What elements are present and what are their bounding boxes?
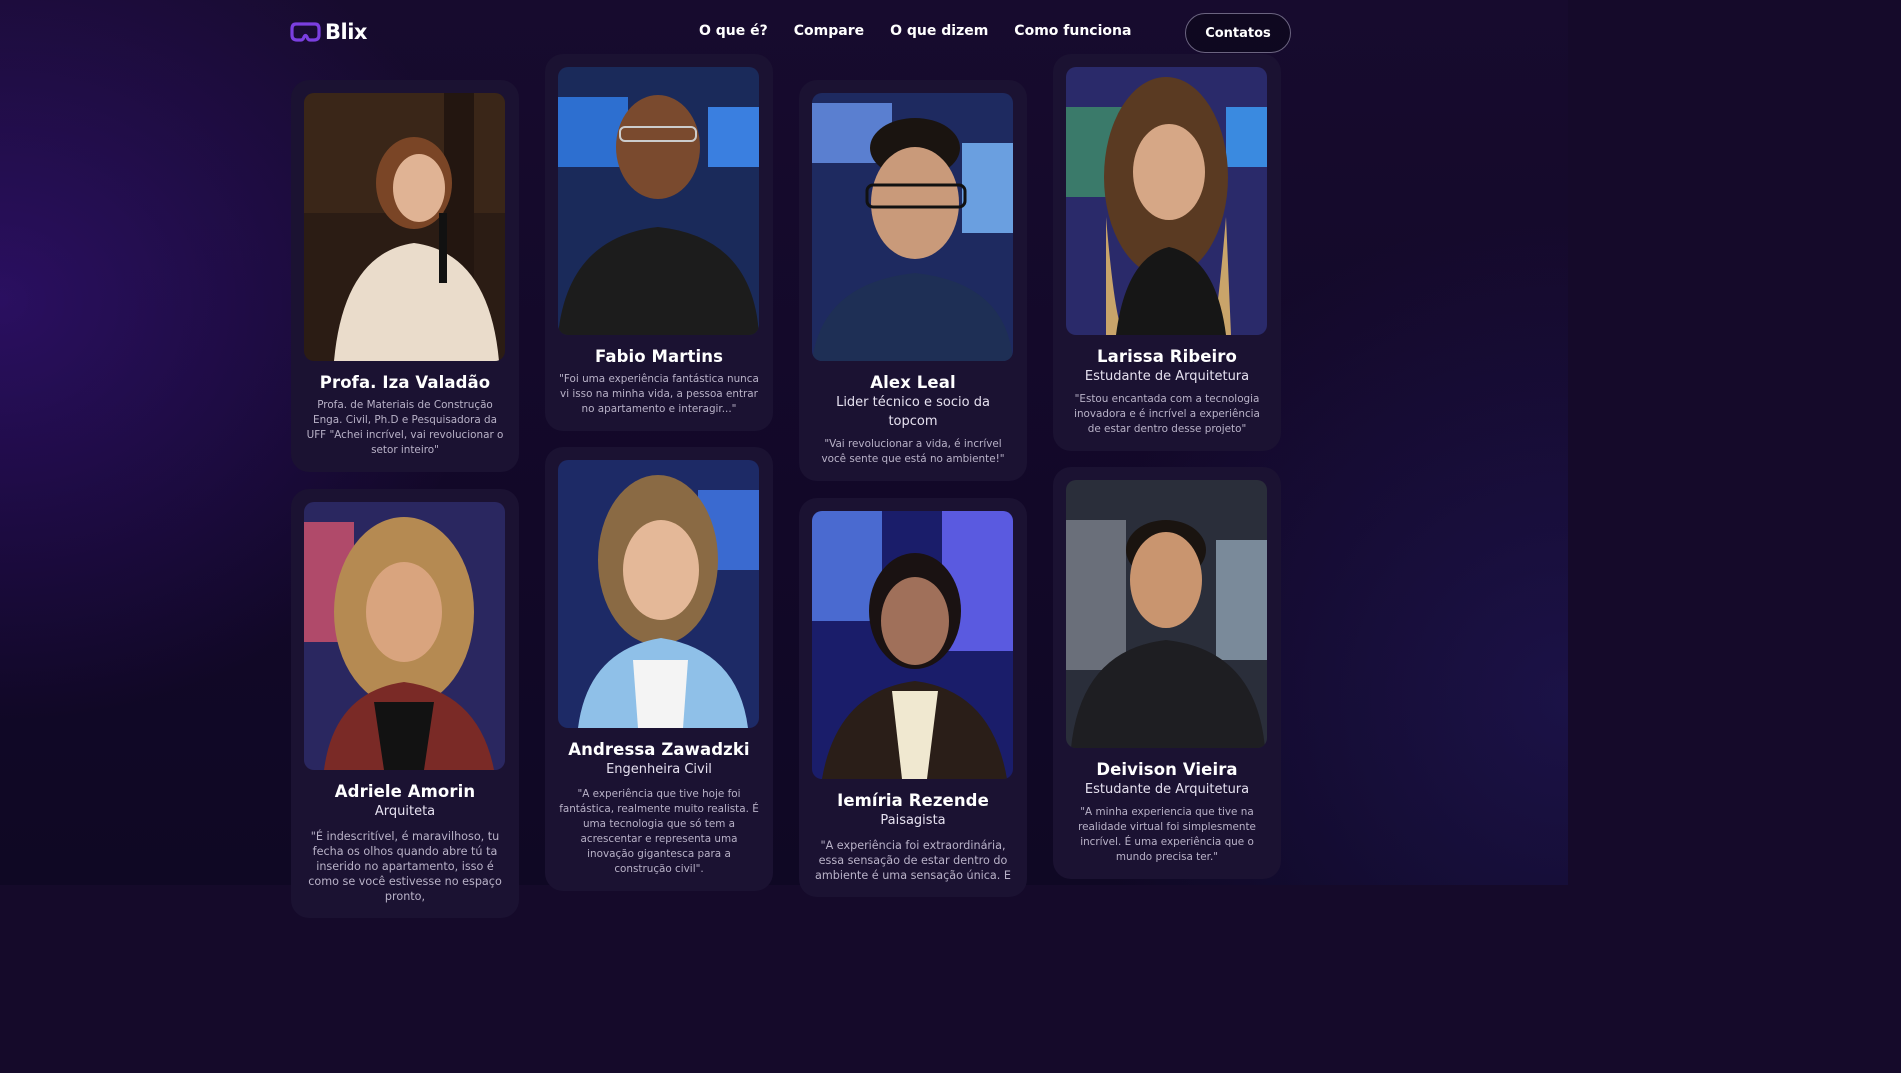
testimonial-quote: "Estou encantada com a tecnologia inovad… [1074,393,1260,435]
testimonial-photo [1066,480,1267,748]
testimonial-card: Andressa Zawadzki Engenheira Civil "A ex… [545,447,773,891]
testimonial-photo [812,511,1013,779]
testimonial-name: Alex Leal [870,373,956,392]
testimonial-card: Deivison Vieira Estudante de Arquitetura… [1053,467,1281,879]
testimonial-role: Paisagista [880,813,946,828]
testimonial-role: Lider técnico e socio da topcom [836,395,990,429]
testimonial-card: Alex Leal Lider técnico e socio da topco… [799,80,1027,481]
brand-name: Blix [325,20,367,44]
testimonial-card: Larissa Ribeiro Estudante de Arquitetura… [1053,54,1281,451]
vr-headset-icon [290,22,321,42]
testimonial-role: Estudante de Arquitetura [1084,369,1250,384]
brand-logo[interactable]: Blix [290,20,367,44]
nav-link-como-funciona[interactable]: Como funciona [1014,23,1131,39]
testimonial-role: Estudante de Arquitetura [1084,782,1250,797]
testimonial-name: Profa. Iza Valadão [319,373,491,392]
testimonial-card: Profa. Iza Valadão Profa. de Materiais d… [291,80,519,472]
testimonial-card: Iemíria Rezende Paisagista "A experiênci… [799,498,1027,897]
testimonial-quote: "Foi uma experiência fantástica nunca vi… [559,373,759,415]
nav-link-o-que-dizem[interactable]: O que dizem [890,23,988,39]
nav-link-compare[interactable]: Compare [794,23,864,39]
testimonial-quote: "Vai revolucionar a vida, é incrível voc… [821,438,1005,465]
testimonial-quote: "A minha experiencia que tive na realida… [1078,806,1256,863]
testimonial-role: Engenheira Civil [606,762,712,777]
testimonial-photo [1066,67,1267,335]
testimonial-photo [812,93,1013,361]
testimonial-photo [304,93,505,361]
nav-link-o-que-e[interactable]: O que é? [699,23,768,39]
top-navigation: Blix O que é? Compare O que dizem Como f… [0,0,1568,66]
testimonial-card: Adriele Amorin Arquiteta "É indescritíve… [291,489,519,918]
testimonial-photo [558,67,759,335]
testimonial-photo [304,502,505,770]
testimonial-name: Andressa Zawadzki [568,740,750,759]
testimonial-name: Deivison Vieira [1096,760,1238,779]
testimonial-name: Iemíria Rezende [837,791,989,810]
testimonial-quote: "A experiência que tive hoje foi fantást… [559,788,759,875]
testimonial-name: Adriele Amorin [334,782,476,801]
testimonial-photo [558,460,759,728]
testimonial-quote: "A experiência foi extraordinária, essa … [815,839,1011,882]
testimonial-role: Arquiteta [374,804,436,819]
testimonial-name: Larissa Ribeiro [1097,347,1237,366]
testimonial-name: Fabio Martins [594,347,724,366]
testimonial-card: Fabio Martins "Foi uma experiência fantá… [545,54,773,431]
contact-button[interactable]: Contatos [1185,13,1291,53]
nav-links: O que é? Compare O que dizem Como funcio… [699,23,1131,39]
testimonial-quote: "É indescritível, é maravilhoso, tu fech… [308,830,502,903]
testimonial-quote: Profa. de Materiais de Construção Enga. … [306,399,504,456]
